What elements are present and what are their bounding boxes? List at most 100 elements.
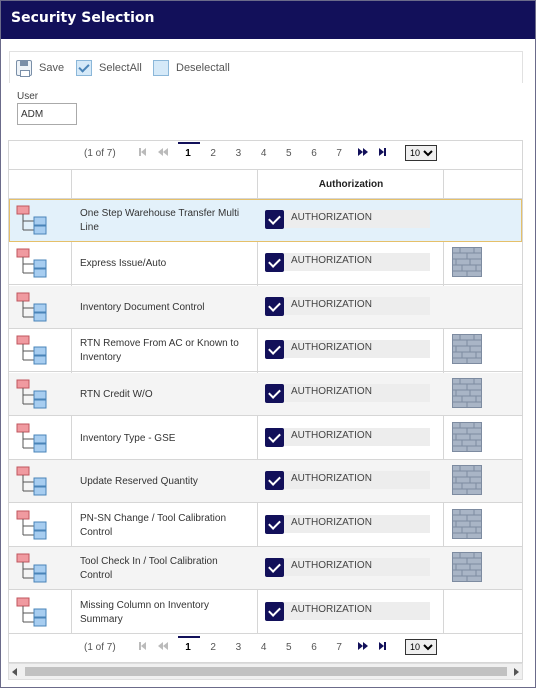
authorization-label: AUTHORIZATION bbox=[291, 212, 372, 223]
authorization-label: AUTHORIZATION bbox=[291, 255, 372, 266]
table-row[interactable]: One Step Warehouse Transfer Multi Line AU… bbox=[9, 199, 522, 242]
page-link[interactable]: 4 bbox=[259, 148, 269, 159]
page-link[interactable]: 6 bbox=[309, 148, 319, 159]
pager-bottom: (1 of 7) 1 2 3 4 5 6 7 10 bbox=[9, 635, 522, 661]
table-row[interactable]: Update Reserved Quantity AUTHORIZATION bbox=[9, 460, 522, 503]
table-row[interactable]: Inventory Document Control AUTHORIZATION bbox=[9, 286, 522, 329]
authorization-checkbox[interactable] bbox=[265, 515, 284, 534]
table-row[interactable]: Tool Check In / Tool Calibration Control… bbox=[9, 547, 522, 590]
save-icon bbox=[16, 60, 32, 77]
authorization-column-header: Authorization bbox=[318, 179, 384, 190]
table-row[interactable]: RTN Credit W/O AUTHORIZATION bbox=[9, 373, 522, 416]
hierarchy-icon bbox=[16, 597, 48, 627]
authorization-checkbox[interactable] bbox=[265, 210, 284, 229]
brick-wall-icon[interactable] bbox=[452, 378, 482, 408]
page-link[interactable]: 2 bbox=[208, 148, 218, 159]
function-name: RTN Credit W/O bbox=[80, 388, 153, 400]
page-size-select[interactable]: 10 bbox=[405, 145, 437, 161]
authorization-checkbox[interactable] bbox=[265, 384, 284, 403]
deselect-all-label: Deselectall bbox=[176, 62, 230, 74]
function-name: Inventory Document Control bbox=[80, 301, 205, 313]
hierarchy-icon bbox=[16, 423, 48, 453]
authorization-label: AUTHORIZATION bbox=[291, 386, 372, 397]
deselect-all-button[interactable]: Deselectall bbox=[153, 59, 230, 77]
authorization-label: AUTHORIZATION bbox=[291, 430, 372, 441]
function-name: Tool Check In / Tool Calibration Control bbox=[80, 555, 218, 581]
brick-wall-icon[interactable] bbox=[452, 334, 482, 364]
table-row[interactable]: PN-SN Change / Tool Calibration Control A… bbox=[9, 504, 522, 547]
table-row[interactable]: Inventory Type - GSE AUTHORIZATION bbox=[9, 417, 522, 460]
select-all-button[interactable]: SelectAll bbox=[76, 59, 142, 77]
save-button[interactable]: Save bbox=[16, 59, 64, 77]
toolbar: Save SelectAll Deselectall bbox=[9, 51, 523, 83]
page-link[interactable]: 1 bbox=[178, 636, 200, 653]
security-grid: (1 of 7) 1 2 3 4 5 6 7 10 Authorization One Step… bbox=[8, 140, 523, 663]
table-row[interactable]: Missing Column on Inventory Summary AUTHO… bbox=[9, 591, 522, 634]
first-page-icon[interactable] bbox=[139, 147, 151, 159]
page-link[interactable]: 3 bbox=[233, 148, 243, 159]
authorization-label: AUTHORIZATION bbox=[291, 473, 372, 484]
user-label: User bbox=[17, 91, 39, 102]
page-info: (1 of 7) bbox=[84, 148, 116, 159]
hierarchy-icon bbox=[16, 379, 48, 409]
authorization-label: AUTHORIZATION bbox=[291, 517, 372, 528]
next-page-icon[interactable] bbox=[358, 147, 370, 159]
prev-page-icon[interactable] bbox=[158, 641, 170, 653]
pager-top: (1 of 7) 1 2 3 4 5 6 7 10 bbox=[9, 141, 522, 167]
function-name: One Step Warehouse Transfer Multi Line bbox=[80, 207, 240, 233]
page-link[interactable]: 6 bbox=[309, 642, 319, 653]
authorization-checkbox[interactable] bbox=[265, 602, 284, 621]
hierarchy-icon bbox=[16, 553, 48, 583]
save-label: Save bbox=[39, 62, 65, 74]
brick-wall-icon[interactable] bbox=[452, 552, 482, 582]
table-row[interactable]: RTN Remove From AC or Known to Inventory… bbox=[9, 329, 522, 372]
authorization-checkbox[interactable] bbox=[265, 428, 284, 447]
scroll-left-icon[interactable] bbox=[12, 668, 17, 676]
page-link[interactable]: 7 bbox=[334, 148, 344, 159]
authorization-label: AUTHORIZATION bbox=[291, 604, 372, 615]
prev-page-icon[interactable] bbox=[158, 147, 170, 159]
page-link[interactable]: 1 bbox=[178, 142, 200, 159]
brick-wall-icon[interactable] bbox=[452, 247, 482, 277]
authorization-label: AUTHORIZATION bbox=[291, 299, 372, 310]
page-link[interactable]: 5 bbox=[284, 148, 294, 159]
authorization-checkbox[interactable] bbox=[265, 340, 284, 359]
user-field[interactable] bbox=[17, 103, 77, 125]
security-selection-window: Security Selection Save SelectAll Desele… bbox=[0, 0, 536, 688]
authorization-checkbox[interactable] bbox=[265, 297, 284, 316]
scroll-thumb[interactable] bbox=[25, 667, 507, 676]
last-page-icon[interactable] bbox=[379, 147, 391, 159]
page-link[interactable]: 3 bbox=[233, 642, 243, 653]
authorization-label: AUTHORIZATION bbox=[291, 560, 372, 571]
checkbox-empty-icon bbox=[153, 60, 169, 76]
hierarchy-icon bbox=[16, 335, 48, 365]
hierarchy-icon bbox=[16, 466, 48, 496]
next-page-icon[interactable] bbox=[358, 641, 370, 653]
brick-wall-icon[interactable] bbox=[452, 509, 482, 539]
brick-wall-icon[interactable] bbox=[452, 465, 482, 495]
title-bar: Security Selection bbox=[1, 1, 535, 39]
page-link[interactable]: 4 bbox=[259, 642, 269, 653]
authorization-checkbox[interactable] bbox=[265, 253, 284, 272]
page-link[interactable]: 7 bbox=[334, 642, 344, 653]
hierarchy-icon bbox=[16, 510, 48, 540]
authorization-checkbox[interactable] bbox=[265, 471, 284, 490]
page-link[interactable]: 2 bbox=[208, 642, 218, 653]
function-name: Express Issue/Auto bbox=[80, 257, 167, 269]
horizontal-scrollbar[interactable] bbox=[8, 663, 523, 680]
page-size-select[interactable]: 10 bbox=[405, 639, 437, 655]
function-name: Update Reserved Quantity bbox=[80, 475, 198, 487]
window-title: Security Selection bbox=[11, 10, 155, 26]
table-row[interactable]: Express Issue/Auto AUTHORIZATION bbox=[9, 242, 522, 285]
last-page-icon[interactable] bbox=[379, 641, 391, 653]
select-all-label: SelectAll bbox=[99, 62, 142, 74]
hierarchy-icon bbox=[16, 248, 48, 278]
scroll-right-icon[interactable] bbox=[514, 668, 519, 676]
first-page-icon[interactable] bbox=[139, 641, 151, 653]
function-name: Inventory Type - GSE bbox=[80, 432, 176, 444]
hierarchy-icon bbox=[16, 205, 48, 235]
page-link[interactable]: 5 bbox=[284, 642, 294, 653]
brick-wall-icon[interactable] bbox=[452, 422, 482, 452]
authorization-checkbox[interactable] bbox=[265, 558, 284, 577]
checkbox-checked-icon bbox=[76, 60, 92, 76]
